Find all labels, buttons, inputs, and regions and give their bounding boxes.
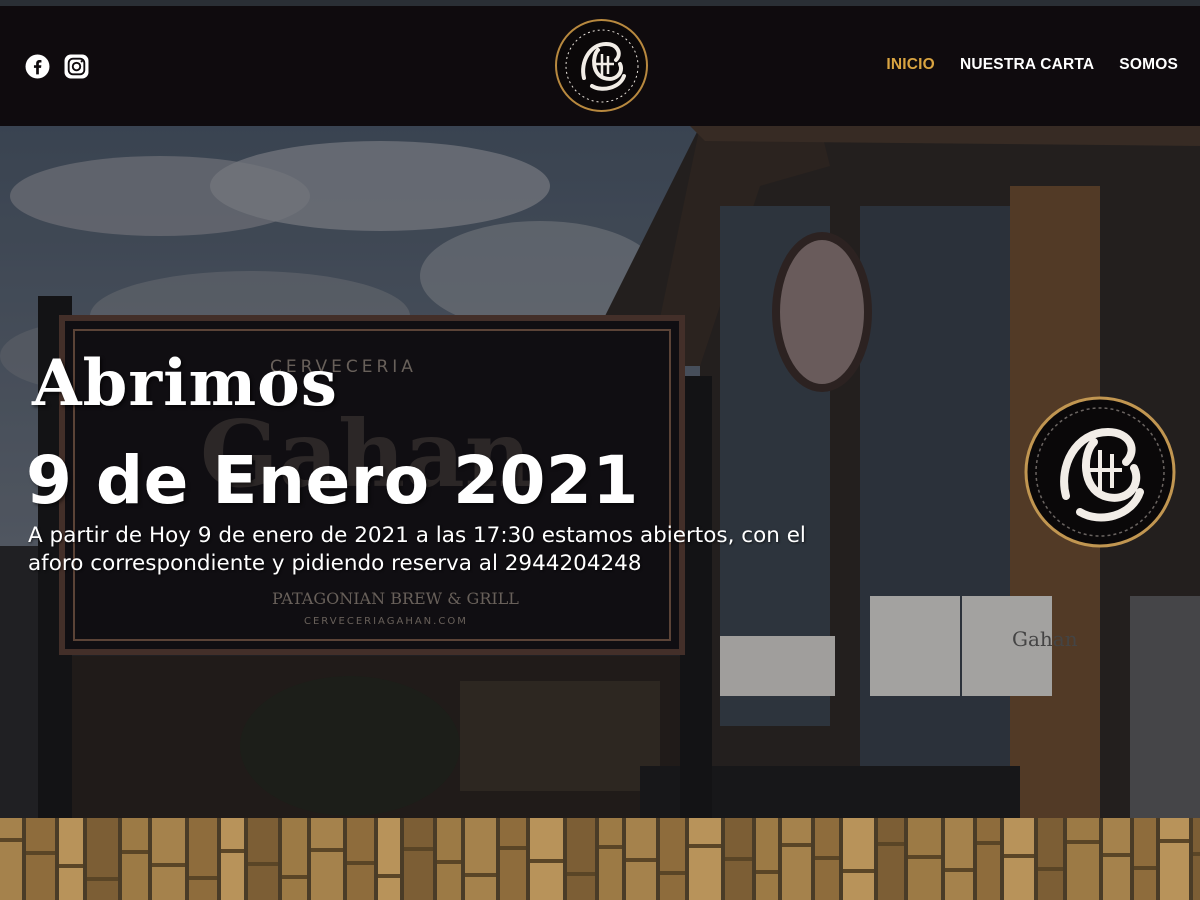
bamboo-footer-strip [0, 818, 1200, 900]
bamboo-stalk [26, 818, 55, 900]
bamboo-background-image [0, 818, 1200, 900]
bamboo-stalk [282, 818, 307, 900]
nav-nuestra-carta[interactable]: NUESTRA CARTA [960, 56, 1094, 74]
bamboo-stalk [567, 818, 595, 900]
bamboo-stalk [404, 818, 433, 900]
bamboo-node [1160, 839, 1189, 843]
bamboo-stalk [347, 818, 374, 900]
bamboo-node [282, 875, 307, 879]
bamboo-stalk [689, 818, 721, 900]
bamboo-node [725, 857, 752, 861]
bamboo-node [87, 877, 118, 881]
bamboo-node [437, 860, 461, 864]
bamboo-stalk [660, 818, 685, 900]
bamboo-stalk [311, 818, 343, 900]
bamboo-stalk [782, 818, 811, 900]
bamboo-stalk [1193, 818, 1200, 900]
bamboo-node [599, 845, 622, 849]
bamboo-node [26, 851, 55, 855]
bamboo-node [1067, 840, 1099, 844]
hero-title: Abrimos [32, 346, 338, 421]
bamboo-node [0, 838, 22, 842]
nav-somos[interactable]: SOMOS [1119, 56, 1178, 74]
bamboo-node [626, 858, 656, 862]
bamboo-node [1004, 854, 1034, 858]
bamboo-node [378, 874, 400, 878]
bamboo-node [311, 848, 343, 852]
bamboo-stalk [1004, 818, 1034, 900]
bamboo-stalk [1038, 818, 1063, 900]
bamboo-node [782, 843, 811, 847]
bamboo-node [908, 855, 941, 859]
nav-inicio[interactable]: INICIO [886, 56, 935, 74]
bamboo-node [689, 844, 721, 848]
bamboo-node [977, 841, 1000, 845]
site-header: INICIO NUESTRA CARTA SOMOS [0, 6, 1200, 126]
bamboo-stalk [1160, 818, 1189, 900]
bamboo-node [404, 847, 433, 851]
bamboo-stalk [599, 818, 622, 900]
hero-date: 9 de Enero 2021 [26, 442, 639, 519]
bamboo-node [1103, 853, 1130, 857]
site-logo[interactable] [555, 19, 648, 112]
bamboo-node [1134, 866, 1156, 870]
bamboo-node [815, 856, 839, 860]
bamboo-node [221, 849, 244, 853]
bamboo-node [152, 863, 185, 867]
bamboo-stalk [945, 818, 973, 900]
bamboo-node [878, 842, 904, 846]
bamboo-stalk [437, 818, 461, 900]
bamboo-node [189, 876, 217, 880]
social-links [25, 54, 89, 79]
bamboo-node [945, 868, 973, 872]
bamboo-node [1038, 867, 1063, 871]
bamboo-node [567, 872, 595, 876]
bamboo-stalk [122, 818, 148, 900]
bamboo-node [530, 859, 563, 863]
bamboo-stalk [843, 818, 874, 900]
bamboo-stalk [756, 818, 778, 900]
bamboo-node [59, 864, 83, 868]
bamboo-node [465, 873, 496, 877]
bamboo-stalk [59, 818, 83, 900]
hero-description: A partir de Hoy 9 de enero de 2021 a las… [28, 523, 806, 576]
bamboo-stalk [500, 818, 526, 900]
bamboo-stalk [378, 818, 400, 900]
bamboo-stalk [465, 818, 496, 900]
bamboo-stalk [221, 818, 244, 900]
bamboo-node [1193, 852, 1200, 856]
bamboo-stalk [1103, 818, 1130, 900]
bamboo-node [756, 870, 778, 874]
facebook-icon[interactable] [25, 54, 50, 79]
bamboo-stalk [1134, 818, 1156, 900]
instagram-icon[interactable] [64, 54, 89, 79]
bamboo-node [843, 869, 874, 873]
bamboo-node [500, 846, 526, 850]
bamboo-stalk [248, 818, 278, 900]
bamboo-stalk [977, 818, 1000, 900]
gahan-logo-icon [565, 29, 638, 102]
bamboo-node [248, 862, 278, 866]
bamboo-stalk [878, 818, 904, 900]
bamboo-node [122, 850, 148, 854]
bamboo-stalk [87, 818, 118, 900]
bamboo-stalk [152, 818, 185, 900]
gahan-emblem-icon [1024, 396, 1176, 548]
bamboo-stalk [0, 818, 22, 900]
bamboo-stalk [189, 818, 217, 900]
main-nav: INICIO NUESTRA CARTA SOMOS [886, 56, 1178, 74]
bamboo-stalk [1067, 818, 1099, 900]
bamboo-node [347, 861, 374, 865]
hero-section: Gahan CERVECERIA Gahan PATAGONIAN BREW &… [0, 126, 1200, 818]
bamboo-node [660, 871, 685, 875]
